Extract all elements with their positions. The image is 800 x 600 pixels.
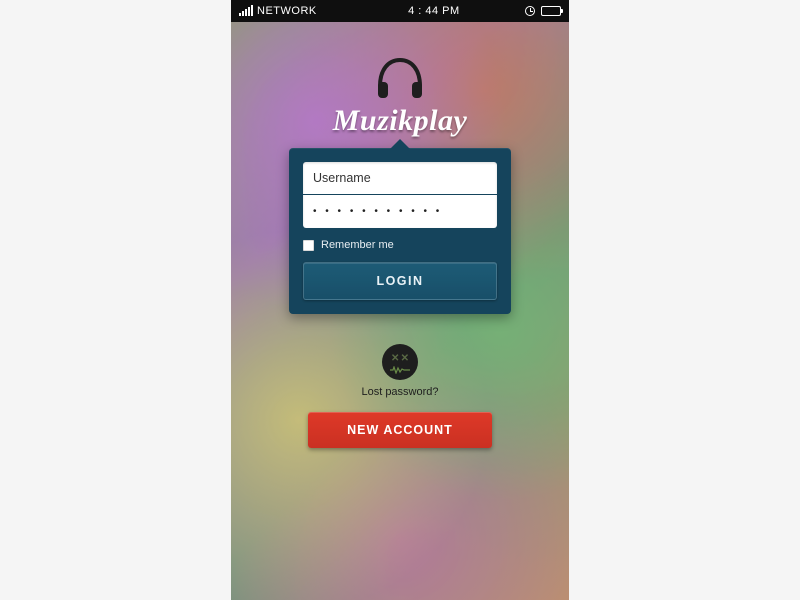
lost-password-block: ✕✕ Lost password?	[361, 344, 438, 398]
clock-label: 4 : 44 PM	[323, 5, 519, 17]
status-bar: NETWORK 4 : 44 PM	[231, 0, 569, 22]
field-group: • • • • • • • • • • •	[303, 162, 497, 228]
app-screen: NETWORK 4 : 44 PM Muzikplay • • • • • • …	[231, 0, 569, 600]
remember-me-row: Remember me	[303, 239, 497, 251]
network-indicator: NETWORK	[239, 5, 317, 17]
status-right	[525, 6, 561, 16]
login-button[interactable]: LOGIN	[303, 262, 497, 300]
headphones-icon	[374, 56, 426, 100]
screen-content: Muzikplay • • • • • • • • • • • Remember…	[231, 22, 569, 600]
dead-face-icon: ✕✕	[382, 344, 418, 380]
new-account-button[interactable]: NEW ACCOUNT	[308, 412, 492, 448]
app-logo-block: Muzikplay	[333, 56, 468, 138]
username-input[interactable]	[303, 162, 497, 195]
remember-me-label: Remember me	[321, 239, 394, 251]
login-card: • • • • • • • • • • • Remember me LOGIN	[289, 148, 511, 314]
card-pointer-icon	[390, 139, 410, 149]
login-card-wrap: • • • • • • • • • • • Remember me LOGIN	[289, 148, 511, 314]
app-title: Muzikplay	[333, 104, 468, 138]
password-input[interactable]: • • • • • • • • • • •	[303, 195, 497, 228]
signal-bars-icon	[239, 6, 253, 16]
battery-icon	[541, 6, 561, 16]
alarm-icon	[525, 6, 535, 16]
remember-me-checkbox[interactable]	[303, 240, 314, 251]
carrier-label: NETWORK	[257, 5, 317, 17]
lost-password-link[interactable]: Lost password?	[361, 386, 438, 398]
